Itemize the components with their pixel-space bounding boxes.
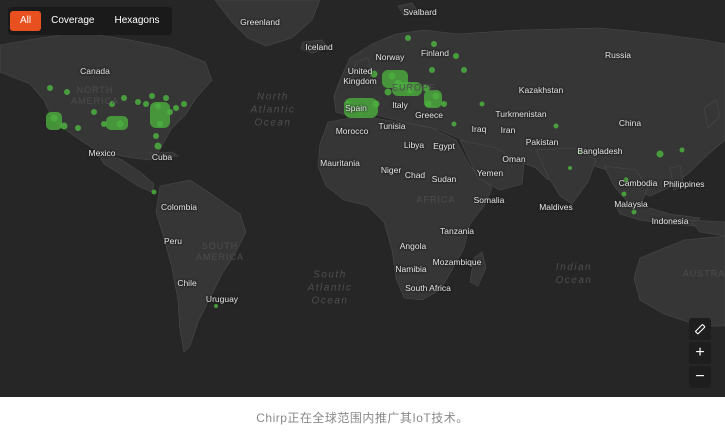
country-label-bangladesh: Bangladesh (577, 146, 623, 156)
coverage-hexagon (405, 35, 411, 41)
country-label-svalbard: Svalbard (403, 7, 437, 17)
country-label-egypt: Egypt (433, 141, 455, 151)
country-label-libya: Libya (403, 140, 425, 150)
coverage-hexagon (621, 191, 627, 197)
country-label-iran: Iran (500, 125, 516, 135)
coverage-hexagon (479, 101, 485, 107)
coverage-hexagon (453, 53, 459, 59)
coverage-hexagon (153, 133, 159, 139)
country-label-chile: Chile (177, 278, 197, 288)
country-label-tunisia: Tunisia (378, 121, 406, 131)
country-label-mozambique: Mozambique (432, 257, 482, 267)
coverage-hexagon (451, 121, 457, 127)
coverage-hexagon (91, 109, 97, 115)
country-label-namibia: Namibia (395, 264, 427, 274)
coverage-hexagon (154, 142, 162, 150)
coverage-hexagon (429, 67, 435, 73)
country-label-canada: Canada (80, 66, 110, 76)
coverage-hexagon (384, 88, 392, 96)
coverage-hexagon (568, 166, 572, 170)
country-label-somalia: Somalia (473, 195, 505, 205)
country-label-peru: Peru (164, 236, 182, 246)
tab-all[interactable]: All (10, 11, 42, 31)
measure-button[interactable] (689, 318, 711, 340)
country-label-united-kingdom: United Kingdom (343, 66, 377, 86)
coverage-hexagon (149, 93, 155, 99)
tab-coverage[interactable]: Coverage (41, 11, 104, 31)
country-label-indonesia: Indonesia (651, 216, 689, 226)
coverage-hexagon (151, 189, 157, 195)
country-label-italy: Italy (392, 100, 408, 110)
country-label-morocco: Morocco (335, 126, 369, 136)
country-label-oman: Oman (502, 154, 526, 164)
country-label-finland: Finland (421, 48, 449, 58)
coverage-hexagon (431, 41, 437, 47)
country-label-greenland: Greenland (240, 17, 280, 27)
country-label-pakistan: Pakistan (525, 137, 559, 147)
continent-label-europe: EUROPE (391, 82, 437, 93)
country-label-turkmenistan: Turkmenistan (495, 109, 547, 119)
coverage-region-us-east (150, 102, 170, 128)
coverage-region-us-midwest (106, 116, 128, 130)
coverage-hexagon (64, 89, 70, 95)
coverage-hexagon (173, 105, 179, 111)
coverage-hexagon (553, 123, 559, 129)
country-label-angola: Angola (399, 241, 427, 251)
ocean-label-north-atlantic: North Atlantic Ocean (250, 91, 296, 129)
coverage-hexagon (679, 147, 685, 153)
layer-tabs: All Coverage Hexagons (8, 7, 172, 35)
coverage-hexagon (163, 95, 169, 101)
coverage-hexagon (135, 99, 141, 105)
country-label-chad: Chad (404, 170, 426, 180)
country-label-malaysia: Malaysia (614, 199, 648, 209)
coverage-hexagon (631, 209, 637, 215)
country-label-sudan: Sudan (431, 174, 457, 184)
zoom-out-button[interactable]: − (689, 366, 711, 388)
country-label-south-africa: South Africa (405, 283, 451, 293)
coverage-region-us-west (46, 112, 62, 130)
continent-label-australia: AUSTRA (682, 268, 725, 279)
country-label-spain: Spain (345, 103, 367, 113)
ocean-label-south-atlantic: South Atlantic Ocean (307, 269, 353, 307)
continent-label-north-america: NORTH AMERICA (70, 85, 120, 106)
continent-label-africa: AFRICA (416, 194, 456, 205)
coverage-hexagon (75, 125, 81, 131)
country-label-cambodia: Cambodia (618, 178, 658, 188)
country-label-norway: Norway (375, 52, 405, 62)
country-label-china: China (618, 118, 642, 128)
world-map[interactable]: All Coverage Hexagons North Atlantic Oce… (0, 0, 725, 397)
coverage-hexagon (656, 150, 664, 158)
country-label-philippines: Philippines (663, 179, 705, 189)
tab-hexagons[interactable]: Hexagons (104, 11, 169, 31)
country-label-mexico: Mexico (88, 148, 116, 158)
continent-label-south-america: SOUTH AMERICA (195, 241, 245, 262)
ocean-label-indian: Indian Ocean (555, 262, 593, 286)
country-label-iraq: Iraq (471, 124, 487, 134)
country-label-maldives: Maldives (539, 202, 573, 212)
coverage-hexagon (181, 101, 187, 107)
coverage-hexagon (121, 95, 127, 101)
coverage-hexagon (143, 101, 149, 107)
country-label-niger: Niger (380, 165, 402, 175)
country-label-russia: Russia (605, 50, 631, 60)
country-label-tanzania: Tanzania (439, 226, 475, 236)
country-label-iceland: Iceland (305, 42, 333, 52)
country-label-colombia: Colombia (161, 202, 197, 212)
country-label-kazakhstan: Kazakhstan (518, 85, 564, 95)
country-label-greece: Greece (415, 110, 443, 120)
ruler-icon (695, 324, 706, 335)
coverage-hexagon (461, 67, 467, 73)
country-label-mauritania: Mauritania (320, 158, 360, 168)
coverage-hexagon (47, 85, 53, 91)
zoom-in-button[interactable]: + (689, 342, 711, 364)
image-caption: Chirp正在全球范围内推广其IoT技术。 (256, 410, 469, 425)
country-label-yemen: Yemen (476, 168, 504, 178)
country-label-cuba: Cuba (151, 152, 173, 162)
coverage-hexagon (214, 304, 218, 308)
country-label-uruguay: Uruguay (205, 294, 239, 304)
